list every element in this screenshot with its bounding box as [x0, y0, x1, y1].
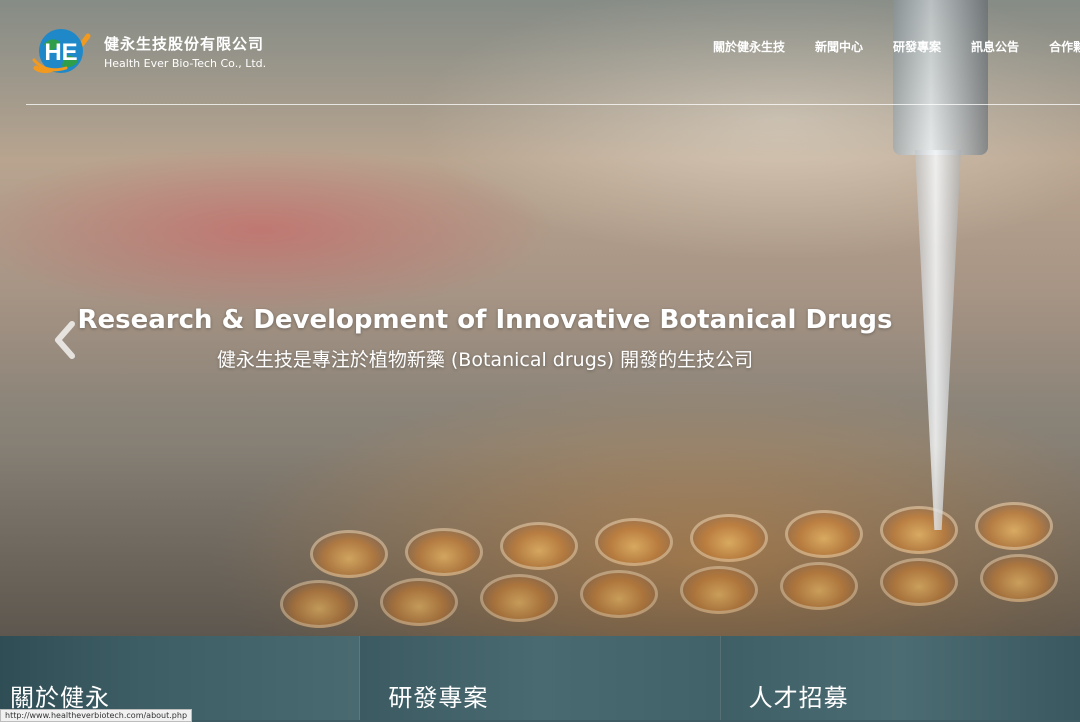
tile-careers-label: 人才招募: [748, 684, 849, 712]
nav-item-about[interactable]: 關於健永生技: [713, 38, 785, 55]
main-nav: 關於健永生技 新聞中心 研發專案 訊息公告 合作夥伴: [713, 38, 1080, 55]
pipette-image: [893, 0, 988, 155]
hero-subtitle: 健永生技是專注於植物新藥 (Botanical drugs) 開發的生技公司: [216, 349, 754, 371]
well-plate-image: [240, 470, 1080, 636]
hero-title: Research & Development of Innovative Bot…: [77, 305, 893, 335]
nav-item-news[interactable]: 新聞中心: [815, 38, 863, 55]
he-logo-icon: HE: [32, 29, 91, 74]
company-name-en: Health Ever Bio-Tech Co., Ltd.: [104, 56, 267, 70]
tile-careers[interactable]: 人才招募: [719, 636, 1080, 720]
company-logo[interactable]: HE 健永生技股份有限公司 Health Ever Bio-Tech Co., …: [26, 16, 266, 86]
tile-about[interactable]: 關於健永: [0, 636, 360, 720]
company-name-cn: 健永生技股份有限公司: [104, 34, 265, 53]
feature-tiles: 關於健永 研發專案 人才招募: [0, 636, 1080, 720]
hero-caption: Research & Development of Innovative Bot…: [0, 305, 970, 372]
nav-item-rd-projects[interactable]: 研發專案: [893, 38, 941, 55]
nav-item-announcements[interactable]: 訊息公告: [971, 38, 1019, 55]
status-bar-url: http://www.healtheverbiotech.com/about.p…: [0, 709, 193, 722]
tile-rd-projects-label: 研發專案: [388, 684, 489, 712]
nav-item-partners[interactable]: 合作夥伴: [1049, 38, 1080, 55]
logo-mark-letters: HE: [44, 39, 77, 66]
tile-rd-projects[interactable]: 研發專案: [359, 636, 720, 720]
header-divider: [26, 104, 1080, 105]
tile-about-label: 關於健永: [10, 684, 110, 712]
